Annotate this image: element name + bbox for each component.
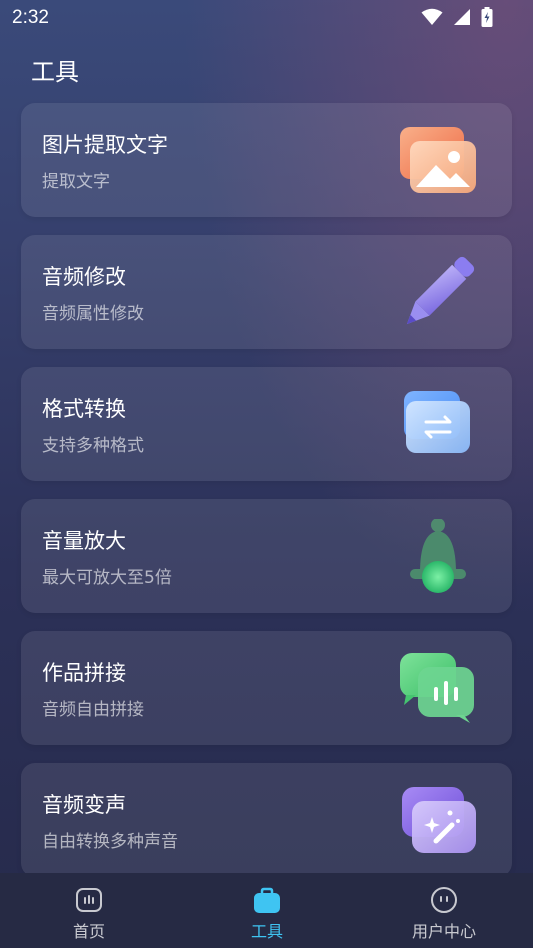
status-time: 2:32 xyxy=(12,7,49,28)
nav-item-tools[interactable]: 工具 xyxy=(178,873,356,948)
tool-card-subtitle: 最大可放大至5倍 xyxy=(42,568,172,588)
magic-wand-icon xyxy=(402,787,476,853)
tool-card-title: 音频修改 xyxy=(42,265,126,289)
tool-card-title: 音量放大 xyxy=(42,529,126,553)
nav-item-user-center[interactable]: 用户中心 xyxy=(355,873,533,948)
pencil-icon xyxy=(406,256,475,325)
tool-card-subtitle: 音频自由拼接 xyxy=(42,700,144,720)
tool-card-subtitle: 音频属性修改 xyxy=(42,304,144,324)
nav-label-tools: 工具 xyxy=(250,922,283,941)
tool-card-title: 图片提取文字 xyxy=(42,133,168,157)
user-center-icon xyxy=(431,887,457,913)
image-icon xyxy=(400,127,476,193)
nav-label-user-center: 用户中心 xyxy=(411,922,476,941)
home-icon xyxy=(76,888,102,912)
toolbox-icon xyxy=(254,887,280,913)
tool-card-subtitle: 提取文字 xyxy=(42,172,110,192)
convert-icon xyxy=(404,391,470,453)
tool-card-voice-changer[interactable]: 音频变声 自由转换多种声音 xyxy=(21,763,512,877)
tool-card-volume-boost[interactable]: 音量放大 最大可放大至5倍 xyxy=(21,499,512,613)
tool-card-audio-splice[interactable]: 作品拼接 音频自由拼接 xyxy=(21,631,512,745)
nav-item-home[interactable]: 首页 xyxy=(0,873,178,948)
nav-label-home: 首页 xyxy=(72,922,105,941)
status-icons xyxy=(421,6,493,28)
tool-card-subtitle: 支持多种格式 xyxy=(42,436,144,456)
wifi-icon xyxy=(421,8,443,25)
tool-card-title: 作品拼接 xyxy=(42,661,126,685)
bell-icon xyxy=(410,519,466,593)
chat-audio-icon xyxy=(400,653,474,723)
battery-icon xyxy=(481,7,493,27)
status-bar: 2:32 xyxy=(0,0,533,36)
tool-card-title: 格式转换 xyxy=(42,397,126,421)
page-title: 工具 xyxy=(31,58,79,86)
signal-icon xyxy=(454,9,470,25)
tool-card-audio-edit[interactable]: 音频修改 音频属性修改 xyxy=(21,235,512,349)
tool-card-title: 音频变声 xyxy=(42,793,126,817)
tool-card-subtitle: 自由转换多种声音 xyxy=(42,832,178,852)
tool-card-format-convert[interactable]: 格式转换 支持多种格式 xyxy=(21,367,512,481)
bottom-nav: 首页 工具 用户中心 xyxy=(0,873,533,948)
tool-card-image-text[interactable]: 图片提取文字 提取文字 xyxy=(21,103,512,217)
